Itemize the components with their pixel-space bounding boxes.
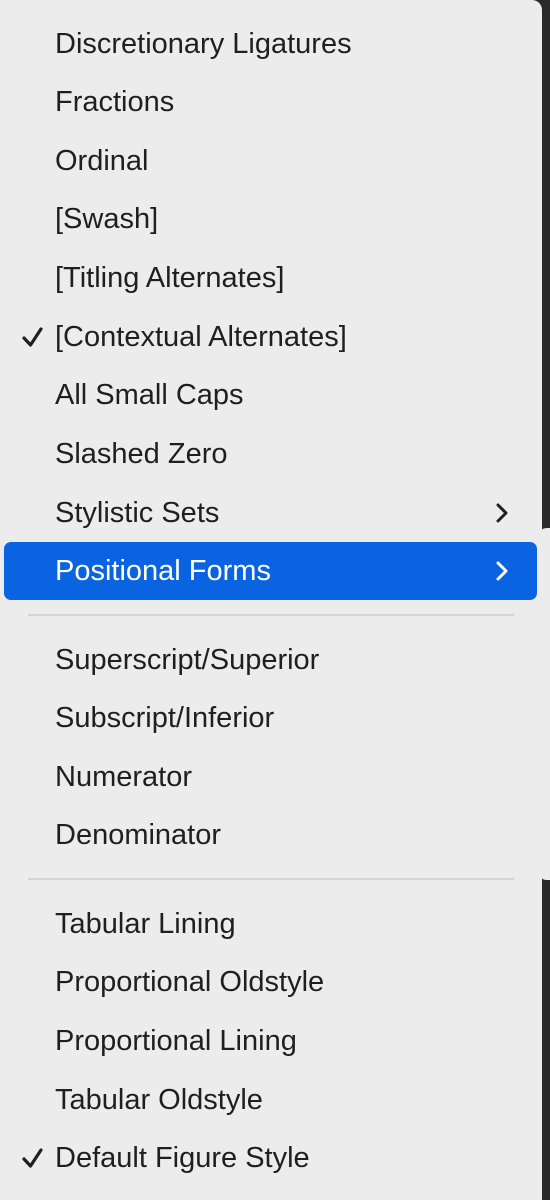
menu-item-label: Positional Forms — [55, 555, 271, 587]
menu-separator — [28, 878, 514, 880]
menu-item-label: [Swash] — [55, 203, 159, 235]
menu-item-proportional-oldstyle[interactable]: Proportional Oldstyle — [4, 953, 537, 1011]
menu-item-label: Slashed Zero — [55, 438, 228, 470]
checkmark-icon — [22, 1148, 43, 1168]
menu-item-tabular-oldstyle[interactable]: Tabular Oldstyle — [4, 1071, 537, 1129]
menu-item-denominator[interactable]: Denominator — [4, 806, 537, 864]
menu-item-stylistic-sets[interactable]: Stylistic Sets — [4, 484, 537, 542]
menu-item-swash[interactable]: [Swash] — [4, 190, 537, 248]
menu-item-label: Stylistic Sets — [55, 497, 220, 529]
menu-item-label: Superscript/Superior — [55, 644, 320, 676]
chevron-right-icon — [496, 561, 508, 581]
menu-item-label: Numerator — [55, 761, 192, 793]
menu-item-label: Tabular Lining — [55, 908, 236, 940]
font-features-menu: Discretionary Ligatures Fractions Ordina… — [0, 0, 542, 1200]
menu-item-ordinal[interactable]: Ordinal — [4, 132, 537, 190]
menu-item-fractions[interactable]: Fractions — [4, 73, 537, 131]
menu-item-label: Ordinal — [55, 145, 149, 177]
menu-item-label: [Contextual Alternates] — [55, 321, 347, 353]
menu-item-label: Fractions — [55, 86, 175, 118]
menu-item-discretionary-ligatures[interactable]: Discretionary Ligatures — [4, 15, 537, 73]
menu-item-label: Discretionary Ligatures — [55, 28, 352, 60]
menu-item-label: Default Figure Style — [55, 1142, 310, 1174]
menu-item-titling-alternates[interactable]: [Titling Alternates] — [4, 249, 537, 307]
menu-item-label: Proportional Lining — [55, 1025, 297, 1057]
chevron-right-icon — [496, 503, 508, 523]
menu-item-positional-forms[interactable]: Positional Forms — [4, 542, 537, 600]
menu-item-all-small-caps[interactable]: All Small Caps — [4, 366, 537, 424]
menu-item-subscript-inferior[interactable]: Subscript/Inferior — [4, 689, 537, 747]
menu-separator — [28, 614, 514, 616]
menu-item-label: Subscript/Inferior — [55, 702, 275, 734]
menu-item-label: Denominator — [55, 819, 222, 851]
menu-item-proportional-lining[interactable]: Proportional Lining — [4, 1012, 537, 1070]
menu-item-numerator[interactable]: Numerator — [4, 748, 537, 806]
menu-item-slashed-zero[interactable]: Slashed Zero — [4, 425, 537, 483]
menu-item-label: [Titling Alternates] — [55, 262, 285, 294]
menu-item-tabular-lining[interactable]: Tabular Lining — [4, 895, 537, 953]
menu-item-label: Tabular Oldstyle — [55, 1084, 263, 1116]
menu-item-label: All Small Caps — [55, 379, 244, 411]
menu-item-superscript-superior[interactable]: Superscript/Superior — [4, 631, 537, 689]
menu-item-default-figure-style[interactable]: Default Figure Style — [4, 1129, 537, 1187]
menu-item-contextual-alternates[interactable]: [Contextual Alternates] — [4, 308, 537, 366]
checkmark-icon — [22, 327, 43, 347]
menu-item-label: Proportional Oldstyle — [55, 966, 325, 998]
